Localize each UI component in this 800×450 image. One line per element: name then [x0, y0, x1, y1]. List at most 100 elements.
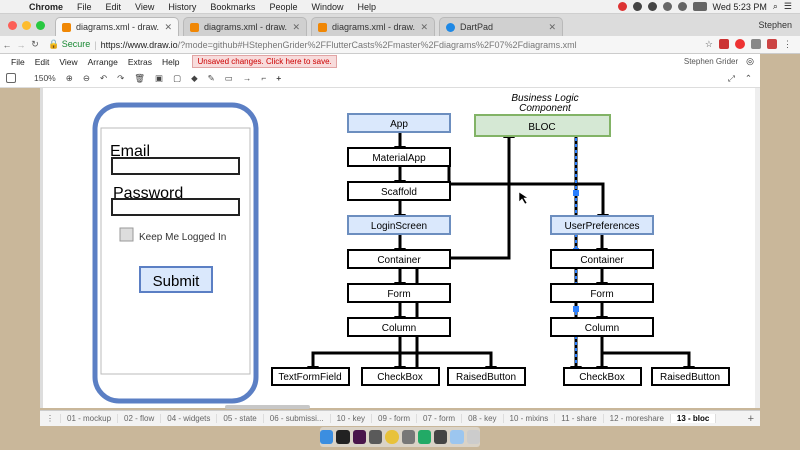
line-color-icon[interactable]: ✎ — [208, 73, 215, 84]
edge[interactable] — [311, 337, 402, 368]
page-tab[interactable]: 12 - moreshare — [604, 414, 671, 423]
diagram-canvas[interactable]: Email Password Keep Me Logged In Submit … — [43, 88, 755, 408]
volume-icon[interactable] — [677, 2, 687, 11]
browser-tab[interactable]: diagrams.xml - draw.io ✕ — [183, 17, 307, 36]
bookmark-star-icon[interactable]: ☆ — [705, 39, 713, 50]
collapse-icon[interactable]: ⌃ — [745, 73, 760, 84]
page-tab[interactable]: 09 - form — [372, 414, 418, 423]
app-icon[interactable] — [417, 430, 432, 444]
terminal-icon[interactable] — [336, 430, 350, 444]
close-window-button[interactable] — [8, 21, 17, 30]
drawio-menu-edit[interactable]: Edit — [30, 57, 55, 67]
menu-view[interactable]: View — [128, 2, 161, 12]
battery-icon[interactable] — [692, 2, 707, 11]
password-field[interactable] — [111, 198, 240, 216]
menubar-clock[interactable]: Wed 5:23 PM — [713, 2, 767, 12]
menu-history[interactable]: History — [161, 2, 203, 12]
reload-icon[interactable]: ↻ — [28, 39, 42, 50]
page-tab[interactable]: 06 - submissi... — [264, 414, 331, 423]
drawio-menu-arrange[interactable]: Arrange — [83, 57, 123, 67]
insert-icon[interactable]: + — [276, 73, 281, 83]
slack-icon[interactable] — [352, 430, 366, 444]
secure-indicator[interactable]: 🔒 Secure — [48, 39, 90, 50]
trash-icon[interactable] — [466, 430, 480, 444]
menu-bookmarks[interactable]: Bookmarks — [203, 2, 262, 12]
tray-icon[interactable] — [617, 2, 627, 11]
zoom-select[interactable]: 150% — [34, 73, 56, 83]
page-tab[interactable]: 01 - mockup — [61, 414, 119, 423]
browser-tab[interactable]: diagrams.xml - draw.io ✕ — [55, 17, 179, 36]
connection-icon[interactable]: → — [243, 73, 252, 83]
edge[interactable] — [447, 167, 605, 216]
redo-icon[interactable]: ↷ — [117, 73, 124, 84]
page-tab[interactable]: 05 - state — [217, 414, 264, 423]
zoom-out-icon[interactable]: ⊖ — [83, 73, 90, 84]
minimize-window-button[interactable] — [22, 21, 31, 30]
maximize-window-button[interactable] — [36, 21, 45, 30]
drawio-menu-extras[interactable]: Extras — [123, 57, 157, 67]
tray-icon[interactable] — [647, 2, 657, 11]
fill-color-icon[interactable]: ◆ — [191, 73, 198, 84]
chrome-icon[interactable] — [385, 430, 399, 444]
vertical-scrollbar[interactable] — [755, 88, 760, 408]
page-tab[interactable]: 04 - widgets — [161, 414, 218, 423]
close-tab-icon[interactable]: ✕ — [548, 22, 556, 33]
to-front-icon[interactable]: ▣ — [155, 73, 163, 84]
edge-handle[interactable] — [573, 190, 579, 196]
drawio-menu-help[interactable]: Help — [157, 57, 184, 67]
menu-file[interactable]: File — [70, 2, 99, 12]
keep-logged-in-checkbox[interactable] — [119, 227, 134, 242]
drawio-menu-view[interactable]: View — [54, 57, 82, 67]
waypoints-icon[interactable]: ⌐ — [261, 73, 266, 83]
page-tab[interactable]: 02 - flow — [118, 414, 162, 423]
drawio-user-name[interactable]: Stephen Grider — [684, 57, 746, 66]
unsaved-changes-button[interactable]: Unsaved changes. Click here to save. — [192, 55, 337, 68]
page-tab[interactable]: 10 - key — [331, 414, 373, 423]
globe-icon[interactable]: ◎ — [746, 56, 760, 67]
to-back-icon[interactable]: ▢ — [173, 73, 181, 84]
menu-people[interactable]: People — [262, 2, 304, 12]
search-icon[interactable]: ⌕ — [773, 1, 778, 12]
email-field[interactable] — [111, 157, 240, 175]
url-input[interactable]: https://www.draw.io/?mode=github#HStephe… — [101, 40, 577, 50]
horizontal-scrollbar[interactable] — [225, 405, 310, 409]
forward-icon[interactable]: → — [14, 40, 28, 50]
app-icon[interactable] — [368, 430, 383, 444]
list-icon[interactable]: ☰ — [784, 1, 792, 12]
app-icon[interactable] — [401, 430, 415, 444]
undo-icon[interactable]: ↶ — [100, 73, 107, 84]
page-tab-active[interactable]: 13 - bloc — [670, 414, 717, 423]
page-tab[interactable]: 07 - form — [417, 414, 463, 423]
edge[interactable] — [600, 337, 691, 368]
wifi-icon[interactable] — [662, 2, 672, 11]
opera-icon[interactable] — [735, 39, 745, 49]
menu-help[interactable]: Help — [350, 2, 383, 12]
extension-icon[interactable] — [719, 39, 729, 49]
phone-mockup[interactable]: Email Password Keep Me Logged In Submit — [92, 102, 259, 404]
zoom-in-icon[interactable]: ⊕ — [66, 73, 73, 84]
close-tab-icon[interactable]: ✕ — [164, 22, 172, 33]
pages-menu-icon[interactable]: ⋮ — [40, 414, 61, 423]
close-tab-icon[interactable]: ✕ — [292, 22, 300, 33]
edge-handle[interactable] — [573, 306, 579, 312]
fullscreen-icon[interactable]: ⤢ — [728, 73, 735, 84]
app-icon[interactable] — [434, 430, 448, 444]
extension-icon[interactable] — [767, 39, 777, 49]
tray-icon[interactable] — [632, 2, 642, 11]
menu-edit[interactable]: Edit — [99, 2, 129, 12]
edge[interactable] — [400, 351, 493, 368]
delete-icon[interactable]: 🗑 — [134, 73, 145, 84]
diagram-svg[interactable]: Email Password Keep Me Logged In Submit … — [43, 88, 755, 408]
finder-icon[interactable] — [320, 430, 334, 444]
profile-name[interactable]: Stephen — [758, 20, 800, 36]
drawio-menu-file[interactable]: File — [6, 57, 30, 67]
menu-window[interactable]: Window — [304, 2, 350, 12]
format-panel-icon[interactable] — [6, 73, 16, 83]
folder-icon[interactable] — [450, 430, 464, 444]
add-page-icon[interactable]: + — [748, 413, 760, 425]
chrome-menu-icon[interactable]: ⋮ — [783, 39, 792, 50]
shadow-icon[interactable]: ▭ — [225, 73, 233, 84]
browser-tab[interactable]: diagrams.xml - draw.io ✕ — [311, 17, 435, 36]
menu-app-name[interactable]: Chrome — [22, 2, 70, 12]
browser-tab[interactable]: DartPad ✕ — [439, 17, 563, 36]
